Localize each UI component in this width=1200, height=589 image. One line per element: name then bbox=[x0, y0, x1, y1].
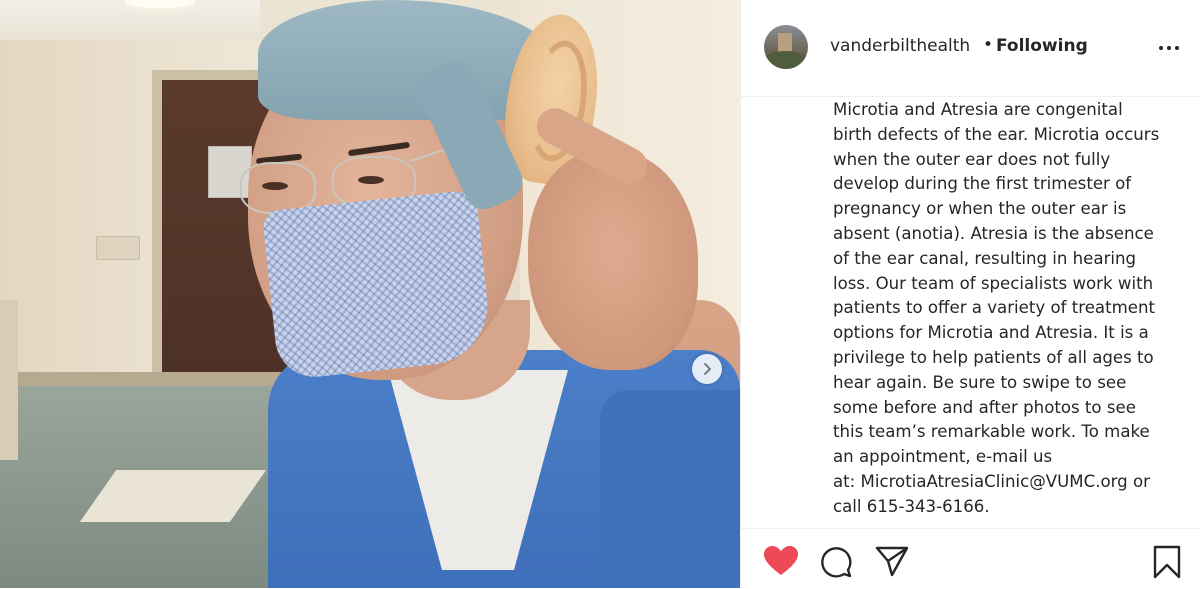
baseboard bbox=[0, 372, 320, 386]
post-photo[interactable] bbox=[0, 0, 740, 588]
bookmark-icon[interactable] bbox=[1153, 545, 1181, 579]
next-photo-button[interactable] bbox=[692, 354, 722, 384]
separator-dot: • bbox=[983, 35, 994, 55]
post-sidebar: vanderbilthealth • Following Microtia an… bbox=[740, 0, 1200, 588]
chevron-right-icon bbox=[704, 363, 711, 375]
heart-icon[interactable] bbox=[763, 545, 799, 577]
scrubs-sleeve bbox=[600, 390, 740, 588]
avatar[interactable] bbox=[764, 25, 808, 69]
wall-plate bbox=[96, 236, 140, 260]
ceiling bbox=[0, 0, 260, 42]
surgical-mask bbox=[261, 189, 494, 381]
following-button[interactable]: Following bbox=[996, 36, 1088, 56]
action-bar bbox=[741, 528, 1200, 589]
wall-rail bbox=[0, 300, 18, 460]
avatar-trees bbox=[764, 51, 808, 69]
post-caption: Microtia and Atresia are congenital birt… bbox=[833, 100, 1160, 516]
share-icon[interactable] bbox=[875, 545, 909, 577]
post-header: vanderbilthealth • Following bbox=[741, 0, 1200, 97]
more-options-icon[interactable] bbox=[1157, 38, 1181, 58]
hand bbox=[528, 150, 698, 370]
username-link[interactable]: vanderbilthealth bbox=[830, 36, 970, 56]
comment-icon[interactable] bbox=[819, 545, 853, 579]
